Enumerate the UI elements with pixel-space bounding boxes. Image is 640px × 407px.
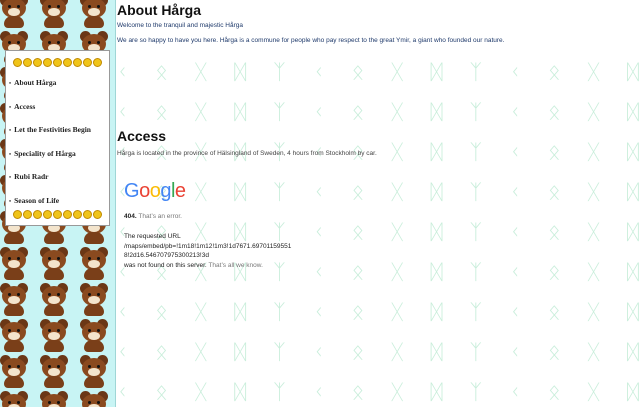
bear-icon xyxy=(74,244,114,280)
bear-icon xyxy=(0,280,34,316)
nav-item-label: Access xyxy=(14,101,36,111)
bullet-icon: • xyxy=(9,175,12,182)
location-text: Hårga is located in the province of Häls… xyxy=(117,150,377,157)
bear-icon xyxy=(0,352,34,388)
smiley-icon xyxy=(93,58,102,68)
smiley-icon xyxy=(83,210,92,220)
bear-icon xyxy=(34,0,74,28)
smiley-icon xyxy=(33,210,42,220)
bear-icon xyxy=(74,316,114,352)
bear-icon xyxy=(74,0,114,28)
smiley-icon xyxy=(93,210,102,220)
intro-text: We are so happy to have you here. Hårga … xyxy=(117,37,505,44)
bear-icon xyxy=(74,388,114,407)
nav-list: • About Hårga • Access • Let the Festivitie… xyxy=(6,71,109,213)
nav-item-festivities[interactable]: • Let the Festivities Begin xyxy=(6,118,109,142)
bear-icon xyxy=(34,352,74,388)
main-content: ᚲ ᛟ ᚷ ᛞ ᛉ ᚲ ᛟ ᚷ ᛞ ᛉ ᚲ ᛟ ᚷ ᛞ ᛉ ᚲ ᛟ ᚷ ᛞ ᛉ … xyxy=(116,0,640,407)
bear-icon xyxy=(74,280,114,316)
smiley-icon xyxy=(73,210,82,220)
bear-icon xyxy=(34,316,74,352)
logo-letter: o xyxy=(149,180,161,202)
smiley-icon xyxy=(13,58,22,68)
access-heading: Access xyxy=(117,128,167,144)
nav-item-label: About Hårga xyxy=(14,78,57,87)
bear-icon xyxy=(0,316,34,352)
logo-letter: G xyxy=(124,180,140,202)
bear-icon xyxy=(34,244,74,280)
smiley-border-bottom xyxy=(6,209,109,221)
smiley-icon xyxy=(53,210,62,220)
smiley-icon xyxy=(83,58,92,68)
error-code-line: 404. That’s an error. xyxy=(124,213,404,220)
bear-pattern-sidebar: • About Hårga • Access • Let the Festivitie… xyxy=(0,0,116,407)
nav-item-label: Season of Life xyxy=(14,195,60,205)
smiley-icon xyxy=(23,58,32,68)
smiley-icon xyxy=(73,58,82,68)
nav-item-rubi-radr[interactable]: • Rubi Radr xyxy=(6,165,109,189)
about-heading: About Hårga xyxy=(117,2,201,18)
smiley-icon xyxy=(63,210,72,220)
logo-letter: e xyxy=(174,180,186,202)
smiley-icon xyxy=(43,210,52,220)
error-message: The requested URL/maps/embed/pb=!1m18!1m… xyxy=(124,232,294,270)
bear-icon xyxy=(74,352,114,388)
bear-icon xyxy=(0,0,34,28)
nav-item-label: Let the Festivities Begin xyxy=(14,125,91,135)
error-code: 404. xyxy=(124,213,137,220)
smiley-icon xyxy=(13,210,22,220)
smiley-icon xyxy=(23,210,32,220)
side-navigation: • About Hårga • Access • Let the Festivitie… xyxy=(5,50,110,226)
bear-icon xyxy=(0,388,34,407)
nav-item-speciality[interactable]: • Speciality of Hårga xyxy=(6,142,109,166)
welcome-text: Welcome to the tranquil and majestic Hår… xyxy=(117,22,243,29)
bullet-icon: • xyxy=(9,104,12,111)
bullet-icon: • xyxy=(9,81,12,87)
error-url: /maps/embed/pb=!1m18!1m12!1m3!1d7671.697… xyxy=(124,242,292,260)
bear-icon xyxy=(0,244,34,280)
error-code-text: That’s an error. xyxy=(138,213,182,220)
nav-item-about[interactable]: • About Hårga xyxy=(6,71,109,95)
nav-item-label: Speciality of Hårga xyxy=(14,148,76,158)
logo-letter: o xyxy=(139,180,150,202)
bullet-icon: • xyxy=(9,128,12,135)
error-message-line1: The requested URL xyxy=(124,233,181,240)
nav-item-access[interactable]: • Access xyxy=(6,95,109,119)
error-message-tail: was not found on this server. xyxy=(124,261,207,269)
smiley-border-top xyxy=(6,57,109,69)
bullet-icon: • xyxy=(9,151,12,158)
nav-item-label: Rubi Radr xyxy=(14,172,49,182)
smiley-icon xyxy=(33,58,42,68)
logo-letter: g xyxy=(160,180,171,202)
bear-icon xyxy=(34,280,74,316)
bullet-icon: • xyxy=(9,198,12,205)
smiley-icon xyxy=(63,58,72,68)
smiley-icon xyxy=(43,58,52,68)
google-logo: Google xyxy=(124,180,404,203)
embedded-map-error: Google 404. That’s an error. The request… xyxy=(124,180,404,270)
bear-icon xyxy=(34,388,74,407)
smiley-icon xyxy=(53,58,62,68)
error-message-muted: That’s all we know. xyxy=(208,261,263,269)
